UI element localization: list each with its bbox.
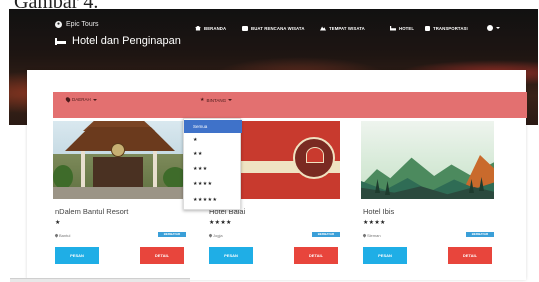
hotel-name: Hotel Ibis	[363, 207, 395, 216]
filter-bar	[53, 92, 527, 118]
nav-label: HOTEL	[399, 25, 415, 31]
gear-icon	[487, 25, 493, 31]
chevron-down-icon	[496, 27, 500, 29]
location-pin-icon	[54, 233, 59, 238]
dropdown-option-1-star[interactable]: ★	[184, 134, 242, 147]
hotel-photo[interactable]	[53, 121, 186, 199]
nav-item-hotel[interactable]: HOTEL	[390, 24, 414, 32]
location-pin-icon	[208, 233, 213, 238]
settings-menu[interactable]	[487, 24, 500, 32]
detail-button[interactable]: DETAIL	[448, 247, 492, 264]
dropdown-option-5-star[interactable]: ★★★★★	[184, 194, 242, 207]
hotel-rating: ★★★★	[363, 220, 386, 226]
pesan-button[interactable]: PESAN	[363, 247, 407, 264]
location-text: Sleman	[367, 233, 381, 238]
detail-button[interactable]: DETAIL	[140, 247, 184, 264]
hotel-rating: ★★★★	[209, 220, 232, 226]
nav-label: BUAT RENCANA WISATA	[251, 25, 305, 31]
bed-icon	[390, 25, 396, 31]
screenshot: Gambar 4. ● Epic Tours Hotel dan Pengina…	[0, 0, 539, 282]
hotel-rating: ★	[55, 220, 61, 226]
status-badge: BERBAYAR	[158, 232, 186, 237]
dropdown-option-2-star[interactable]: ★★	[184, 148, 242, 161]
hotel-location: Bantul	[54, 233, 71, 238]
mountain-icon	[320, 26, 326, 31]
bintang-filter[interactable]: ★ BINTANG	[200, 97, 233, 103]
browser-tab-strip	[10, 278, 190, 282]
page-title: Hotel dan Penginapan	[55, 35, 181, 47]
daerah-label: DAERAH	[72, 97, 91, 102]
location-pin-icon	[64, 96, 72, 103]
location-text: Jogja	[213, 233, 223, 238]
nav-label: TRANSPORTASI	[433, 25, 468, 31]
location-text: Bantul	[59, 233, 71, 238]
page-title-text: Hotel dan Penginapan	[72, 35, 181, 47]
hotel-card: Hotel Ibis ★★★★ Sleman BERBAYAR PESAN DE…	[361, 121, 494, 268]
hotel-location: Sleman	[362, 233, 381, 238]
nav-item-beranda[interactable]: BERANDA	[195, 24, 226, 32]
brand-name: Epic Tours	[66, 21, 99, 28]
bintang-label: BINTANG	[206, 97, 227, 103]
hotel-name: nDalem Bantul Resort	[55, 207, 129, 216]
detail-button[interactable]: DETAIL	[294, 247, 338, 264]
nav-item-tempat-wisata[interactable]: TEMPAT WISATA	[320, 24, 365, 32]
calendar-icon	[242, 25, 248, 31]
status-badge: BERBAYAR	[312, 232, 340, 237]
pesan-button[interactable]: PESAN	[209, 247, 253, 264]
location-pin-icon	[362, 233, 367, 238]
dropdown-option-3-star[interactable]: ★★★	[184, 163, 242, 176]
brand-logo[interactable]: ● Epic Tours	[55, 21, 99, 28]
chevron-down-icon	[228, 99, 233, 101]
star-icon: ★	[200, 97, 205, 103]
dropdown-option-semua[interactable]: Semua	[184, 120, 242, 133]
dropdown-option-4-star[interactable]: ★★★★	[184, 178, 242, 191]
bus-icon	[425, 25, 430, 31]
hotel-card: nDalem Bantul Resort ★ Bantul BERBAYAR P…	[53, 121, 186, 268]
home-icon	[195, 25, 201, 31]
chevron-down-icon	[92, 98, 97, 101]
logo-icon: ●	[55, 21, 62, 28]
hotel-location: Jogja	[208, 233, 223, 238]
bintang-dropdown-menu: Semua ★ ★★ ★★★ ★★★★ ★★★★★	[183, 118, 242, 210]
status-badge: BERBAYAR	[466, 232, 494, 237]
nav-item-buat-rencana[interactable]: BUAT RENCANA WISATA	[242, 24, 305, 32]
hotel-photo[interactable]	[361, 121, 494, 199]
nav-label: TEMPAT WISATA	[329, 25, 365, 31]
bed-icon	[55, 37, 66, 45]
pesan-button[interactable]: PESAN	[55, 247, 99, 264]
daerah-filter[interactable]: DAERAH	[64, 96, 97, 103]
nav-label: BERANDA	[204, 25, 227, 31]
nav-item-transportasi[interactable]: TRANSPORTASI	[425, 24, 468, 32]
